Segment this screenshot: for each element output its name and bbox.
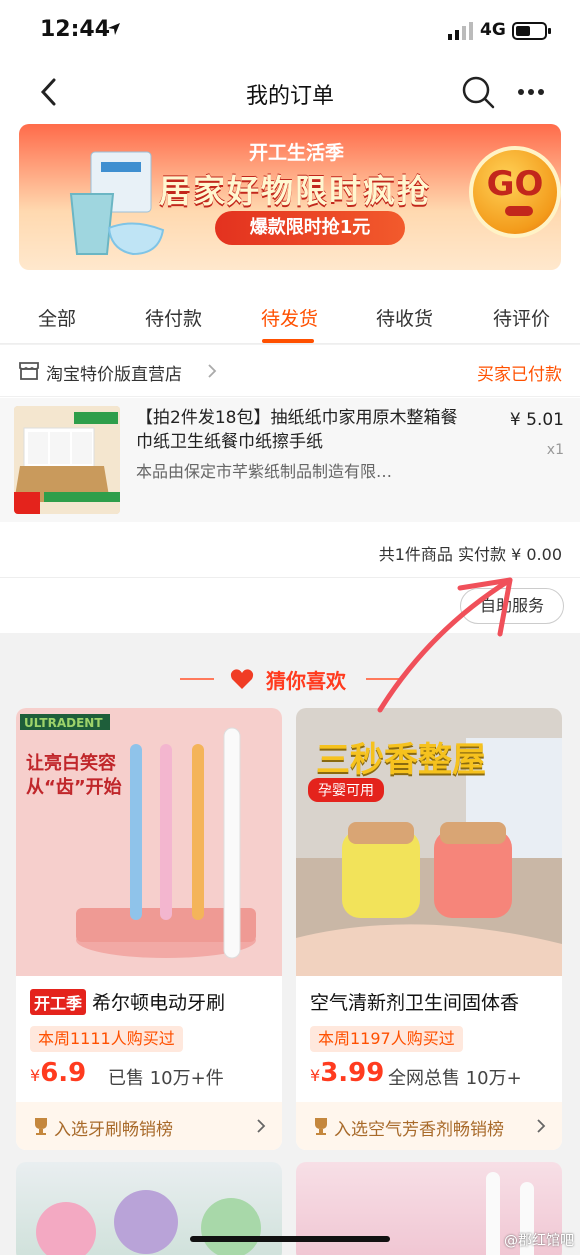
status-time: 12:44 (40, 17, 111, 42)
product-price: ¥6.9 (30, 1058, 86, 1088)
order-item[interactable]: 【拍2件发18包】抽纸纸巾家用原木整箱餐巾纸卫生纸餐巾纸擦手纸 本品由保定市芊紫… (0, 398, 580, 522)
buyers-badge: 本周1197人购买过 (310, 1026, 463, 1052)
rank-text: 入选牙刷畅销榜 (54, 1120, 173, 1140)
more-dots-icon[interactable] (516, 82, 546, 102)
order-summary: 共1件商品 实付款 ¥ 0.00 (378, 545, 562, 564)
store-icon (19, 362, 39, 380)
product-image-caption: 三秒香整屋 (316, 740, 486, 780)
product-price: ¥ 5.01 (509, 410, 564, 430)
tab-pending-review[interactable]: 待评价 (493, 304, 550, 331)
product-card[interactable]: ULTRADENT 让亮白笑容 从“齿”开始 开工季 希尔顿电动牙刷 本周1111… (16, 708, 282, 1150)
product-image-toothbrush: ULTRADENT (16, 708, 282, 976)
tab-pending-receipt[interactable]: 待收货 (376, 304, 433, 331)
nav-bar: 我的订单 (0, 60, 580, 124)
divider-left (180, 678, 214, 680)
banner-go-label: GO (486, 164, 544, 204)
sold-count: 全网总售 10万+ (388, 1068, 522, 1089)
product-price: ¥3.99 (310, 1058, 384, 1088)
currency-symbol: ¥ (310, 1066, 321, 1085)
product-tag: 开工季 (30, 989, 87, 1015)
banner-headline: 居家好物限时疯抢 (159, 172, 432, 210)
status-bar: 12:44 4G (0, 0, 580, 60)
product-name: 开工季 希尔顿电动牙刷 (30, 988, 278, 1015)
rank-row[interactable]: 入选空气芳香剂畅销榜 (296, 1102, 562, 1150)
banner-go-button[interactable]: GO (469, 146, 561, 238)
battery-icon (512, 22, 551, 40)
trophy-icon (35, 1118, 47, 1135)
chevron-right-icon (208, 364, 217, 378)
order-card: 淘宝特价版直营店 买家已付款 【拍2件发18包】抽纸纸巾家用原木整箱餐巾纸卫生纸… (0, 345, 580, 633)
banner-area: 开工生活季 居家好物限时疯抢 爆款限时抢1元 GO (0, 124, 580, 288)
tab-pending-payment[interactable]: 待付款 (145, 304, 202, 331)
product-image-caption: 让亮白笑容 从“齿”开始 (26, 753, 122, 798)
banner-go-arrows (505, 206, 533, 216)
product-name: 空气清新剂卫生间固体香 (310, 992, 520, 1014)
chevron-right-icon (257, 1119, 266, 1133)
active-tab-indicator (262, 339, 314, 343)
rank-row[interactable]: 入选牙刷畅销榜 (16, 1102, 282, 1150)
chevron-right-icon (537, 1119, 546, 1133)
cellular-signal-icon (448, 22, 473, 40)
tab-all[interactable]: 全部 (38, 304, 76, 331)
product-name-text: 希尔顿电动牙刷 (92, 992, 226, 1014)
promo-banner[interactable]: 开工生活季 居家好物限时疯抢 爆款限时抢1元 GO (19, 124, 561, 270)
price-value: 3.99 (320, 1058, 385, 1088)
self-service-button[interactable]: 自助服务 (460, 588, 564, 624)
heart-icon (230, 669, 254, 689)
tab-pending-shipment[interactable]: 待发货 (261, 304, 318, 331)
banner-subtitle: 开工生活季 (249, 142, 345, 164)
home-indicator (190, 1236, 390, 1242)
order-status: 买家已付款 (477, 365, 562, 385)
buyers-badge: 本周1111人购买过 (30, 1026, 183, 1052)
trophy-icon (315, 1118, 327, 1135)
rank-text: 入选空气芳香剂畅销榜 (334, 1120, 504, 1140)
sold-count: 已售 10万+件 (108, 1068, 224, 1089)
divider (0, 577, 580, 578)
shop-header[interactable]: 淘宝特价版直营店 买家已付款 (0, 345, 580, 397)
divider-right (366, 678, 400, 680)
banner-pill: 爆款限时抢1元 (215, 211, 405, 245)
order-tabs: 全部 待付款 待发货 待收货 待评价 (0, 288, 580, 344)
watermark: @郡红馆吧 (504, 1233, 574, 1249)
brand-logo-text: ULTRADENT (24, 716, 103, 730)
location-arrow-icon (108, 23, 120, 35)
banner-goods-image (69, 151, 165, 256)
search-icon[interactable] (460, 74, 496, 110)
network-type: 4G (480, 20, 506, 40)
product-qty: x1 (546, 442, 564, 458)
image-badge: 孕婴可用 (308, 778, 384, 802)
currency-symbol: ¥ (30, 1066, 41, 1085)
product-desc: 本品由保定市芊紫纸制品制造有限… (136, 462, 393, 481)
price-value: 6.9 (40, 1058, 87, 1088)
product-thumbnail (14, 406, 120, 514)
product-title: 【拍2件发18包】抽纸纸巾家用原木整箱餐巾纸卫生纸餐巾纸擦手纸 (136, 408, 458, 452)
product-card[interactable]: 三秒香整屋 孕婴可用 空气清新剂卫生间固体香 本周1197人购买过 ¥3.99 … (296, 708, 562, 1150)
guess-title: 猜你喜欢 (266, 669, 346, 693)
shop-name: 淘宝特价版直营店 (46, 365, 182, 385)
